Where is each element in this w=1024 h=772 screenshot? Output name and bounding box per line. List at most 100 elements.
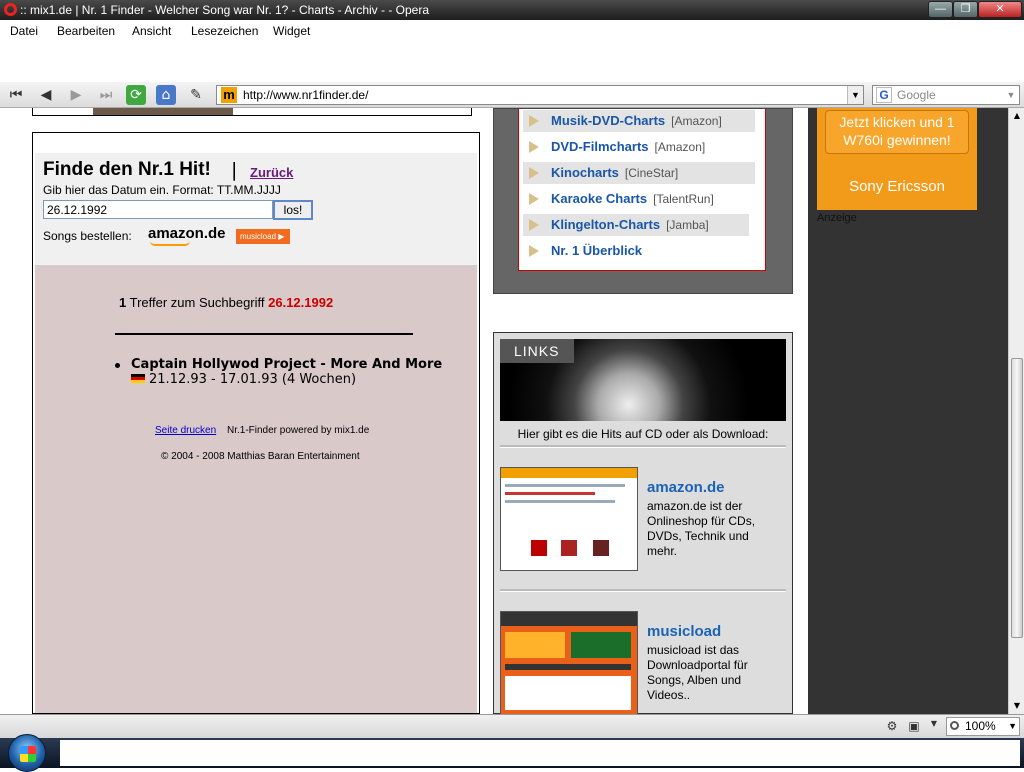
play-arrow-icon — [529, 245, 539, 257]
finder-form: Finde den Nr.1 Hit! | Zurück Gib hier da… — [35, 153, 477, 265]
fast-forward-icon[interactable]: ⏭ — [96, 85, 116, 105]
minimize-button[interactable]: — — [928, 1, 953, 18]
header-remnant — [32, 108, 472, 116]
amazon-logo-text: amazon.de — [148, 225, 226, 242]
hit-term: 26.12.1992 — [268, 295, 334, 310]
forward-arrow-icon[interactable]: ▶ — [66, 85, 86, 105]
play-arrow-icon — [529, 167, 539, 179]
powered-by: Nr.1-Finder powered by mix1.de — [227, 425, 370, 436]
finder-panel: Finde den Nr.1 Hit! | Zurück Gib hier da… — [32, 132, 480, 714]
amazon-shop-link[interactable]: amazon.de — [647, 479, 725, 496]
ad-label: Anzeige — [817, 212, 857, 224]
hit-count: 1 — [119, 295, 127, 310]
chart-source: [Amazon] — [671, 114, 722, 128]
scroll-up-icon[interactable]: ▲ — [1009, 108, 1024, 124]
print-link[interactable]: Seite drucken — [155, 425, 216, 436]
copyright: © 2004 - 2008 Matthias Baran Entertainme… — [161, 451, 360, 462]
start-button[interactable] — [8, 734, 46, 772]
links-tab: LINKS — [500, 339, 574, 363]
back-arrow-icon[interactable]: ◀ — [36, 85, 56, 105]
address-dropdown-icon[interactable]: ▼ — [847, 86, 863, 104]
chart-link-kino[interactable]: Kinocharts [CineStar] — [523, 162, 755, 184]
address-field[interactable]: m http://www.nr1finder.de/ ▼ — [216, 85, 864, 105]
links-caption: Hier gibt es die Hits auf CD oder als Do… — [517, 427, 769, 441]
amazon-thumbnail[interactable] — [500, 467, 638, 571]
title-bar: :: mix1.de | Nr. 1 Finder - Welcher Song… — [0, 0, 1024, 20]
zoom-level: 100% — [965, 719, 996, 733]
ad-brand: Sony Ericsson — [849, 178, 945, 195]
taskbar-area — [60, 740, 1020, 766]
scroll-thumb[interactable] — [1011, 358, 1023, 638]
zoom-dropdown-icon[interactable]: ▼ — [1008, 718, 1017, 735]
windows-logo-icon — [20, 746, 36, 762]
search-field[interactable]: G Google ▼ — [872, 85, 1020, 105]
camera-dropdown-icon[interactable]: ▼ — [926, 719, 942, 733]
chart-source: [Amazon] — [654, 140, 706, 154]
chart-link-dvd-film[interactable]: DVD-Filmcharts [Amazon] — [523, 136, 755, 158]
close-button[interactable]: ✕ — [978, 1, 1022, 18]
rewind-icon[interactable]: ⏮ — [6, 85, 26, 105]
menu-file[interactable]: Datei — [10, 24, 38, 38]
search-placeholder: Google — [897, 88, 936, 102]
musicload-shop-link[interactable]: musicload — [647, 623, 721, 640]
links-panel: LINKS Hier gibt es die Hits auf CD oder … — [493, 332, 793, 714]
toolbar-area — [0, 42, 1024, 82]
chart-name: DVD-Filmcharts — [551, 139, 649, 154]
chart-link-karaoke[interactable]: Karaoke Charts [TalentRun] — [523, 188, 755, 210]
divider — [115, 333, 413, 335]
maximize-button[interactable]: ❐ — [953, 1, 978, 18]
divider — [500, 445, 786, 448]
play-arrow-icon — [529, 141, 539, 153]
musicload-thumbnail[interactable] — [500, 611, 638, 714]
chart-link-klingelton[interactable]: Klingelton-Charts [Jamba] — [523, 214, 749, 236]
play-arrow-icon — [529, 219, 539, 231]
web-page: Finde den Nr.1 Hit! | Zurück Gib hier da… — [0, 108, 1008, 714]
chart-link-music-dvd[interactable]: Musik-DVD-Charts [Amazon] — [523, 110, 755, 132]
menu-bookmarks[interactable]: Lesezeichen — [191, 24, 258, 38]
amazon-shop-desc: amazon.de ist der Onlineshop für CDs, DV… — [647, 499, 756, 558]
scroll-down-icon[interactable]: ▼ — [1009, 698, 1024, 714]
title-separator: | — [231, 159, 238, 181]
chart-source: [CineStar] — [624, 166, 679, 180]
menu-edit[interactable]: Bearbeiten — [57, 24, 115, 38]
navigation-bar: ⏮ ◀ ▶ ⏭ ⟳ ⌂ ✎ m http://www.nr1finder.de/… — [0, 82, 1024, 108]
menu-bar: Datei Bearbeiten Ansicht Lesezeichen Wid… — [0, 20, 1024, 42]
song-title: Captain Hollywod Project - More And More — [131, 357, 443, 372]
panel-toggle-icon[interactable]: ⚙ — [884, 719, 900, 733]
date-hint: Gib hier das Datum ein. Format: TT.MM.JJ… — [43, 183, 281, 197]
status-bar: ⚙ ▣ ▼ 100% ▼ — [0, 714, 1024, 738]
hit-summary: 1 Treffer zum Suchbegriff 26.12.1992 — [119, 295, 333, 310]
divider — [500, 589, 786, 592]
opera-logo-icon — [4, 3, 17, 16]
home-icon[interactable]: ⌂ — [156, 85, 176, 105]
finder-title: Finde den Nr.1 Hit! — [43, 159, 211, 180]
links-banner: LINKS — [500, 339, 786, 421]
search-dropdown-icon[interactable]: ▼ — [1003, 86, 1019, 104]
amazon-logo[interactable]: amazon.de — [148, 225, 226, 246]
menu-view[interactable]: Ansicht — [132, 24, 171, 38]
google-icon: G — [876, 87, 892, 103]
chart-link-overview[interactable]: Nr. 1 Überblick — [523, 240, 755, 262]
camera-icon[interactable]: ▣ — [906, 719, 922, 733]
taskbar — [0, 734, 1024, 772]
play-arrow-icon — [529, 115, 539, 127]
hit-text: Treffer zum Suchbegriff — [129, 295, 265, 310]
zoom-control[interactable]: 100% ▼ — [946, 717, 1020, 736]
edit-pen-icon[interactable]: ✎ — [186, 85, 206, 105]
ad-cta-button[interactable]: Jetzt klicken und 1 W760i gewinnen! — [825, 110, 969, 154]
sony-ericsson-ad[interactable]: Jetzt klicken und 1 W760i gewinnen! Sony… — [817, 108, 977, 210]
reload-icon[interactable]: ⟳ — [126, 85, 146, 105]
chart-dates: 21.12.93 - 17.01.93 (4 Wochen) — [149, 372, 357, 387]
chart-name: Klingelton-Charts — [551, 217, 661, 232]
search-button[interactable]: los! — [273, 200, 313, 220]
back-link[interactable]: Zurück — [250, 165, 293, 180]
magnifier-icon — [950, 721, 959, 730]
vertical-scrollbar[interactable]: ▲ ▼ — [1008, 108, 1024, 714]
musicload-logo[interactable]: musicload ▶ — [236, 229, 290, 244]
chart-dates-row: 21.12.93 - 17.01.93 (4 Wochen) — [131, 372, 356, 387]
site-favicon-icon: m — [221, 87, 237, 103]
menu-widgets[interactable]: Widget — [273, 24, 310, 38]
address-url: http://www.nr1finder.de/ — [243, 88, 369, 102]
date-input[interactable] — [43, 200, 273, 219]
play-arrow-icon — [529, 193, 539, 205]
